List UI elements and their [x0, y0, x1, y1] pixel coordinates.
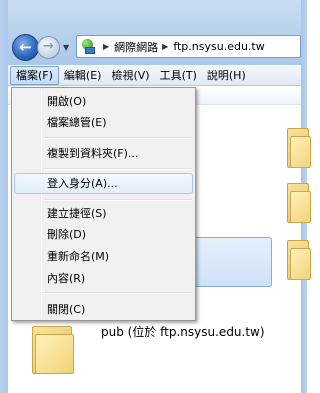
- recent-pages-button[interactable]: ▼: [63, 43, 73, 53]
- chevron-right-icon: ▶: [103, 42, 110, 51]
- folder-icon[interactable]: [32, 326, 74, 374]
- network-globe-icon: [80, 38, 96, 55]
- window-frame-left: [0, 0, 8, 393]
- menu-edit[interactable]: 編輯(E): [59, 66, 107, 85]
- folder-icon[interactable]: [287, 240, 311, 280]
- menu-separator: [44, 168, 192, 170]
- menu-bar: 檔案(F) 編輯(E) 檢視(V) 工具(T) 說明(H): [8, 65, 301, 86]
- file-menu-dropdown: 開啟(O) 檔案總管(E) 複製到資料夾(F)... 登入身分(A)... 建立…: [11, 87, 196, 321]
- breadcrumb-host[interactable]: ftp.nsysu.edu.tw: [173, 40, 264, 53]
- folder-icon[interactable]: [287, 128, 311, 168]
- menu-view[interactable]: 檢視(V): [106, 66, 154, 85]
- address-bar[interactable]: ▶ 網際網路 ▶ ftp.nsysu.edu.tw: [76, 35, 301, 58]
- menu-file[interactable]: 檔案(F): [10, 65, 59, 85]
- back-arrow-icon: ←: [19, 38, 32, 56]
- menu-item-login-as[interactable]: 登入身分(A)...: [14, 173, 193, 194]
- menu-item-properties[interactable]: 內容(R): [14, 268, 193, 289]
- chevron-right-icon: ▶: [162, 42, 169, 51]
- menu-separator: [44, 292, 192, 294]
- menu-help[interactable]: 說明(H): [202, 66, 251, 85]
- menu-item-create-shortcut[interactable]: 建立捷徑(S): [14, 203, 193, 224]
- menu-item-explorer[interactable]: 檔案總管(E): [14, 112, 193, 133]
- back-button[interactable]: ←: [12, 34, 39, 61]
- selected-file-item[interactable]: [190, 237, 272, 287]
- menu-item-delete[interactable]: 刪除(D): [14, 224, 193, 245]
- chevron-down-icon: ▼: [63, 43, 70, 52]
- menu-separator: [44, 137, 192, 139]
- menu-separator: [44, 199, 192, 201]
- breadcrumb-internet[interactable]: 網際網路: [114, 39, 158, 55]
- menu-item-copy-to-folder[interactable]: 複製到資料夾(F)...: [14, 143, 193, 164]
- menu-item-close[interactable]: 關閉(C): [14, 299, 193, 320]
- menu-tools[interactable]: 工具(T): [155, 66, 202, 85]
- forward-button[interactable]: →: [37, 36, 60, 59]
- menu-item-rename[interactable]: 重新命名(M): [14, 246, 193, 267]
- menu-item-open[interactable]: 開啟(O): [14, 91, 193, 112]
- forward-arrow-icon: →: [43, 39, 54, 54]
- folder-icon[interactable]: [287, 183, 311, 223]
- folder-label[interactable]: pub (位於 ftp.nsysu.edu.tw): [101, 323, 265, 340]
